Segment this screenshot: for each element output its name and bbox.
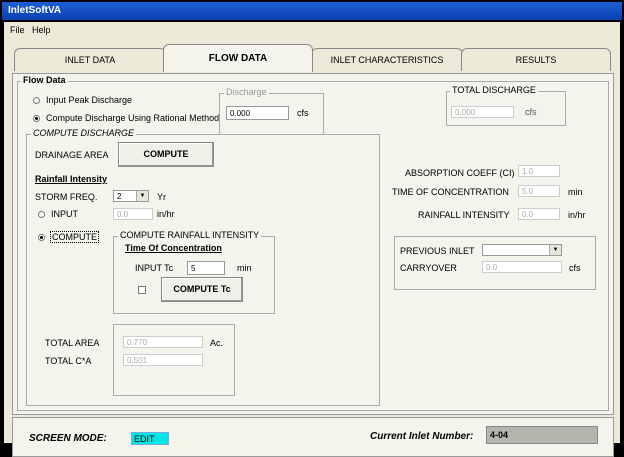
compute-discharge-title: COMPUTE DISCHARGE — [31, 128, 137, 138]
flow-data-title: Flow Data — [21, 75, 68, 85]
current-inlet-label: Current Inlet Number: — [370, 431, 474, 442]
rainfall-label: RAINFALL INTENSITY — [418, 210, 510, 220]
previous-inlet-label: PREVIOUS INLET — [400, 246, 475, 256]
total-ca-value: 0.501 — [123, 354, 203, 366]
drainage-area-label: DRAINAGE AREA — [35, 150, 109, 160]
tab-inlet-data[interactable]: INLET DATA — [14, 48, 166, 71]
toc-label: TIME OF CONCENTRATION — [392, 187, 509, 197]
compute-tc-checkbox[interactable] — [138, 286, 146, 294]
total-discharge-title: TOTAL DISCHARGE — [450, 85, 538, 95]
toc-unit: min — [568, 187, 583, 197]
compute-tc-button[interactable]: COMPUTE Tc — [161, 277, 243, 302]
storm-freq-value: 2 — [117, 192, 122, 201]
flow-data-panel: Flow Data Input Peak Discharge Compute D… — [12, 73, 614, 415]
chevron-down-icon[interactable]: ▼ — [549, 245, 561, 255]
compute-rainfall-title: COMPUTE RAINFALL INTENSITY — [118, 230, 262, 240]
discharge-unit: cfs — [297, 108, 309, 118]
storm-freq-unit: Yr — [157, 192, 166, 202]
carryover-value: 0.0 — [482, 261, 562, 273]
radio-intensity-compute[interactable] — [38, 234, 45, 241]
storm-freq-label: STORM FREQ. — [35, 192, 98, 202]
rainfall-value: 0.0 — [518, 208, 560, 220]
intensity-input-unit: in/hr — [157, 209, 175, 219]
total-discharge-unit: cfs — [525, 107, 537, 117]
absorption-value[interactable]: 1.0 — [518, 165, 560, 177]
intensity-input-label: INPUT — [51, 209, 78, 219]
status-bar: SCREEN MODE: EDIT Current Inlet Number: … — [12, 417, 614, 457]
input-tc-label: INPUT Tc — [135, 263, 174, 273]
label-rational-method: Compute Discharge Using Rational Method — [46, 113, 220, 123]
app-window: InletSoftVA File Help INLET DATA FLOW DA… — [0, 0, 624, 457]
carryover-label: CARRYOVER — [400, 263, 457, 273]
current-inlet-value: 4-04 — [486, 426, 598, 444]
compute-drainage-button[interactable]: COMPUTE — [118, 142, 214, 167]
tab-flow-data[interactable]: FLOW DATA — [163, 44, 313, 72]
tab-inlet-characteristics[interactable]: INLET CHARACTERISTICS — [311, 48, 463, 71]
menu-file[interactable]: File — [10, 25, 25, 35]
rainfall-intensity-title: Rainfall Intensity — [35, 174, 108, 184]
toc-value: 5.0 — [518, 185, 560, 197]
rainfall-unit: in/hr — [568, 210, 586, 220]
menu-bar: File Help — [4, 22, 620, 38]
intensity-compute-label: COMPUTE — [50, 231, 99, 243]
toc-title: Time Of Concentration — [125, 243, 222, 253]
total-area-unit: Ac. — [210, 338, 224, 348]
input-tc-field[interactable]: 5 — [187, 261, 225, 275]
radio-input-peak[interactable] — [33, 97, 40, 104]
chevron-down-icon[interactable]: ▼ — [136, 191, 148, 201]
intensity-input-field[interactable]: 0.0 — [113, 208, 153, 220]
title-bar: InletSoftVA — [2, 2, 622, 20]
total-ca-label: TOTAL C*A — [45, 356, 92, 366]
radio-intensity-input[interactable] — [38, 211, 45, 218]
menu-help[interactable]: Help — [32, 25, 51, 35]
total-area-label: TOTAL AREA — [45, 338, 100, 348]
storm-freq-select[interactable]: 2 ▼ — [113, 190, 149, 202]
radio-rational-method[interactable] — [33, 115, 40, 122]
input-tc-unit: min — [237, 263, 252, 273]
total-discharge-value: 0.000 — [451, 106, 514, 118]
discharge-title: Discharge — [224, 87, 269, 97]
total-area-value: 0.770 — [123, 336, 203, 348]
absorption-label: ABSORPTION COEFF (CI) — [405, 168, 515, 178]
client-area: File Help INLET DATA FLOW DATA INLET CHA… — [4, 22, 620, 457]
screen-mode-label: SCREEN MODE: — [29, 433, 107, 444]
tab-results[interactable]: RESULTS — [461, 48, 611, 71]
label-input-peak: Input Peak Discharge — [46, 95, 133, 105]
screen-mode-value: EDIT — [131, 432, 169, 445]
tab-strip: INLET DATA FLOW DATA INLET CHARACTERISTI… — [12, 44, 612, 74]
window-title: InletSoftVA — [8, 5, 62, 16]
carryover-unit: cfs — [569, 263, 581, 273]
previous-inlet-select[interactable]: ▼ — [482, 244, 562, 256]
discharge-input[interactable]: 0.000 — [226, 106, 289, 120]
